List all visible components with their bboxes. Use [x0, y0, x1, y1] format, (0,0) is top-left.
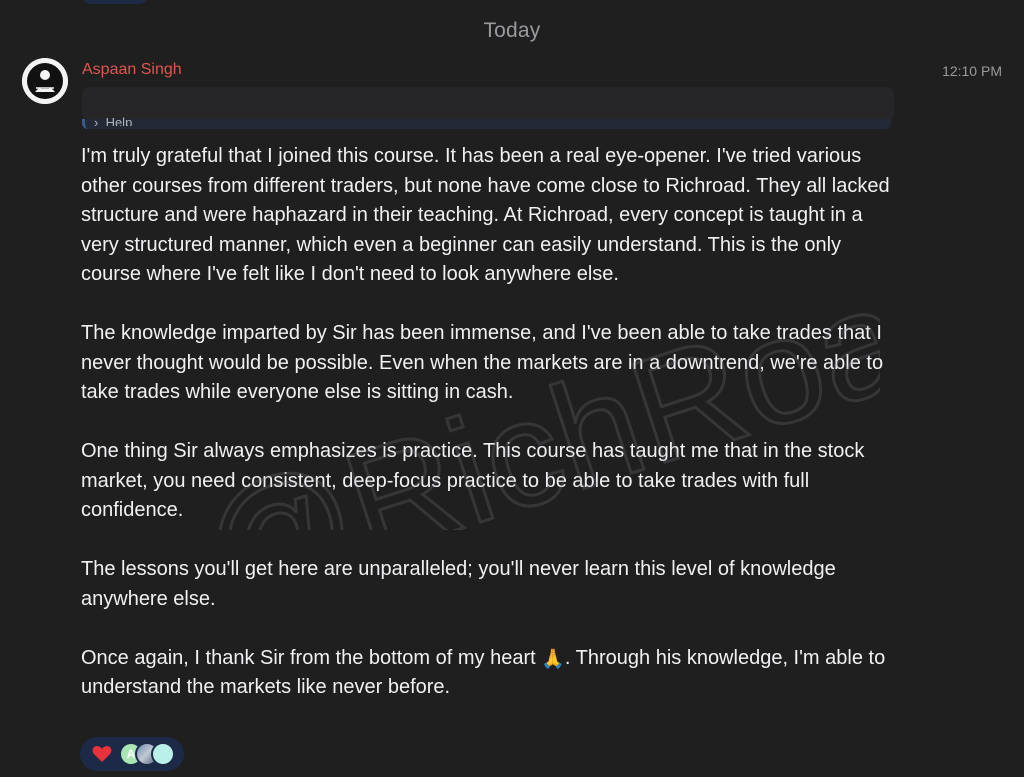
heart-icon	[92, 745, 112, 762]
chat-screen: Today Aspaan Singh 12:10 PM › Help I'm t…	[0, 0, 1024, 777]
avatar[interactable]	[22, 58, 68, 104]
message-paragraph-closing: Once again, I thank Sir from the bottom …	[81, 644, 901, 703]
closing-text-start: Once again, I thank Sir from the bottom …	[81, 646, 542, 669]
message-paragraph: The lessons you'll get here are unparall…	[81, 558, 836, 610]
message-paragraph: I'm truly grateful that I joined this co…	[81, 145, 890, 285]
reply-quote[interactable]: › Help	[82, 87, 894, 135]
reply-preview-text: › Help	[94, 116, 132, 126]
reply-arrow-icon: ›	[94, 116, 106, 126]
previous-reactions-bar[interactable]	[82, 0, 148, 4]
redacted-quote-area	[82, 87, 894, 121]
reactor-avatar	[151, 742, 175, 766]
pray-emoji-icon: 🙏	[541, 648, 565, 670]
message-timestamp: 12:10 PM	[942, 63, 1002, 79]
quote-bar	[82, 119, 891, 129]
sender-name[interactable]: Aspaan Singh	[82, 61, 182, 79]
message-paragraph: One thing Sir always emphasizes is pract…	[81, 440, 865, 521]
message-paragraph: The knowledge imparted by Sir has been i…	[81, 322, 884, 403]
avatar-image	[22, 58, 68, 104]
message-body: I'm truly grateful that I joined this co…	[81, 142, 901, 703]
reactions-bar[interactable]: A	[80, 737, 184, 771]
reply-preview-label: Help	[105, 116, 133, 126]
date-divider: Today	[483, 19, 541, 42]
